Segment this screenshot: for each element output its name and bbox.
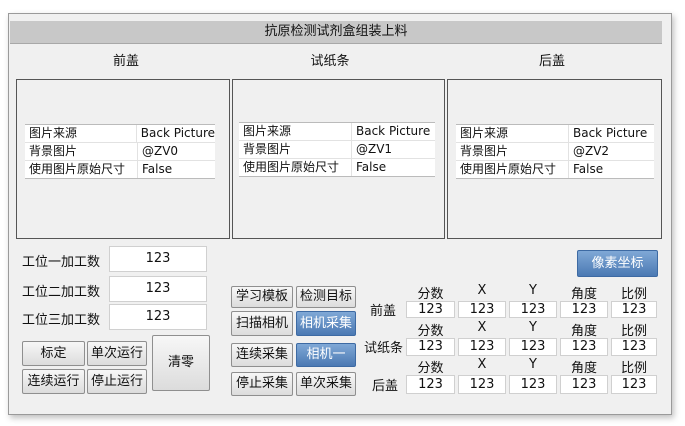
grid-row-label-test-strip: 试纸条 [364,341,404,356]
grid-col-header: 比例 [620,324,647,339]
grid-cell: 123 [611,301,657,318]
station-two-count-value: 123 [109,276,207,302]
grid-col-header: X [477,320,487,335]
property-value[interactable]: Back Picture [352,123,430,140]
property-key: 使用图片原始尺寸 [239,159,352,176]
grid-cell: 123 [509,338,557,356]
station-two-count-label: 工位二加工数 [22,285,101,300]
continuous-capture-button[interactable]: 连续采集 [231,343,293,367]
pixel-coordinates-button[interactable]: 像素坐标 [577,250,658,277]
property-row[interactable]: 背景图片 @ZV1 [239,141,435,159]
grid-cell: 123 [560,338,608,356]
calibrate-button[interactable]: 标定 [22,341,85,366]
property-value[interactable]: @ZV1 [352,141,392,158]
property-row[interactable]: 图片来源 Back Picture [25,125,215,143]
back-cover-image-panel[interactable]: 图片来源 Back Picture 背景图片 @ZV2 使用图片原始尺寸 False [447,79,662,239]
grid-cell: 123 [611,338,657,356]
property-value[interactable]: False [138,161,172,178]
grid-col-header: Y [529,357,537,372]
property-key: 使用图片原始尺寸 [456,161,569,178]
grid-cell: 123 [458,375,506,394]
property-key: 背景图片 [456,143,569,160]
property-key: 图片来源 [25,125,137,142]
station-three-count-label: 工位三加工数 [22,313,101,328]
grid-col-header: 分数 [417,287,444,302]
single-capture-button[interactable]: 单次采集 [296,372,356,396]
grid-cell: 123 [611,375,657,394]
camera-one-button[interactable]: 相机一 [296,343,356,367]
grid-row-label-front-cover: 前盖 [370,304,397,319]
grid-cell: 123 [406,338,455,356]
property-key: 图片来源 [239,123,352,140]
property-key: 使用图片原始尺寸 [25,161,138,178]
front-cover-image-panel[interactable]: 图片来源 Back Picture 背景图片 @ZV0 使用图片原始尺寸 False [16,79,230,239]
section-label-front-cover: 前盖 [112,54,139,69]
grid-col-header: 分数 [417,324,444,339]
property-key: 图片来源 [456,125,569,142]
station-one-count-value: 123 [109,246,207,272]
grid-cell: 123 [509,301,557,318]
property-value[interactable]: Back Picture [569,125,647,142]
grid-col-header: 比例 [620,287,647,302]
property-row[interactable]: 背景图片 @ZV2 [456,143,654,161]
grid-col-header: X [477,283,487,298]
grid-col-header: Y [529,283,537,298]
window-title: 抗原检测试剂盒组装上料 [10,21,662,44]
grid-col-header: 角度 [570,324,597,339]
grid-cell: 123 [560,375,608,394]
property-row[interactable]: 背景图片 @ZV0 [25,143,215,161]
section-label-back-cover: 后盖 [538,54,565,69]
property-row[interactable]: 图片来源 Back Picture [239,123,435,141]
grid-col-header: Y [529,320,537,335]
property-key: 背景图片 [25,143,138,160]
property-value[interactable]: Back Picture [137,125,215,142]
property-grid[interactable]: 图片来源 Back Picture 背景图片 @ZV1 使用图片原始尺寸 False [239,122,435,177]
clear-button[interactable]: 清零 [152,335,210,391]
property-value[interactable]: False [569,161,603,178]
section-label-test-strip: 试纸条 [310,54,350,69]
grid-cell: 123 [458,338,506,356]
station-one-count-label: 工位一加工数 [22,255,101,270]
property-value[interactable]: False [352,159,386,176]
grid-row-label-back-cover: 后盖 [372,379,399,394]
stop-run-button[interactable]: 停止运行 [87,369,147,394]
grid-cell: 123 [509,375,557,394]
test-strip-image-panel[interactable]: 图片来源 Back Picture 背景图片 @ZV1 使用图片原始尺寸 False [232,79,445,239]
property-grid[interactable]: 图片来源 Back Picture 背景图片 @ZV0 使用图片原始尺寸 False [25,124,215,179]
grid-col-header: 比例 [620,361,647,376]
continuous-run-button[interactable]: 连续运行 [22,369,85,394]
grid-cell: 123 [406,301,455,318]
property-value[interactable]: @ZV2 [569,143,609,160]
property-row[interactable]: 图片来源 Back Picture [456,125,654,143]
grid-col-header: 分数 [417,361,444,376]
grid-col-header: X [477,357,487,372]
grid-col-header: 角度 [570,287,597,302]
learn-template-button[interactable]: 学习模板 [231,286,293,308]
grid-cell: 123 [406,375,455,394]
grid-cell: 123 [560,301,608,318]
scan-camera-button[interactable]: 扫描相机 [231,311,293,336]
property-value[interactable]: @ZV0 [138,143,178,160]
detect-target-button[interactable]: 检测目标 [296,286,356,308]
station-three-count-value: 123 [109,304,207,330]
property-grid[interactable]: 图片来源 Back Picture 背景图片 @ZV2 使用图片原始尺寸 False [456,124,654,179]
grid-col-header: 角度 [570,361,597,376]
property-row[interactable]: 使用图片原始尺寸 False [239,159,435,176]
property-key: 背景图片 [239,141,352,158]
property-row[interactable]: 使用图片原始尺寸 False [25,161,215,178]
camera-capture-button[interactable]: 相机采集 [296,311,356,336]
property-row[interactable]: 使用图片原始尺寸 False [456,161,654,178]
stop-capture-button[interactable]: 停止采集 [231,372,293,396]
grid-cell: 123 [458,301,506,318]
single-run-button[interactable]: 单次运行 [87,341,147,366]
